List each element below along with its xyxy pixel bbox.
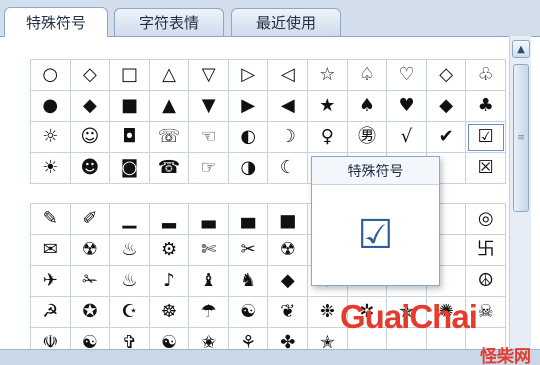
symbol-cell[interactable]: ○ <box>31 60 71 91</box>
symbol-cell[interactable]: ☯ <box>228 297 269 328</box>
symbol-cell[interactable]: ♣ <box>466 91 506 122</box>
symbol-cell[interactable]: ● <box>31 91 71 122</box>
symbol-cell[interactable]: ♀ <box>308 122 348 153</box>
symbol-cell[interactable]: ▷ <box>228 60 269 91</box>
symbol-cell[interactable]: ▄ <box>228 204 269 235</box>
symbol-cell[interactable]: ☀ <box>31 153 71 184</box>
symbol-cell[interactable]: ☼ <box>31 122 71 153</box>
symbol-cell[interactable]: ☞ <box>189 153 229 184</box>
symbol-cell[interactable]: ✄ <box>189 235 229 266</box>
symbol-cell[interactable]: ☪ <box>110 297 150 328</box>
watermark-logo: GuaiChai 怪柴网 <box>330 286 540 365</box>
symbol-cell[interactable]: ☢ <box>268 235 309 266</box>
watermark-text: GuaiChai <box>340 298 478 335</box>
symbol-cell[interactable]: ✐ <box>70 204 111 235</box>
symbol-cell[interactable]: ◀ <box>268 91 309 122</box>
symbol-cell[interactable]: ♠ <box>347 91 388 122</box>
symbol-cell[interactable]: ▁ <box>110 204 150 235</box>
symbol-cell[interactable]: ★ <box>308 91 348 122</box>
symbol-cell[interactable]: ♤ <box>347 60 388 91</box>
symbol-cell[interactable]: ◘ <box>110 122 150 153</box>
tab-special-symbols[interactable]: 特殊符号 <box>4 7 108 37</box>
symbol-cell[interactable]: ♥ <box>387 91 427 122</box>
tab-bar: 特殊符号 字符表情 最近使用 <box>0 0 540 37</box>
symbol-cell[interactable]: ㊚ <box>347 122 388 153</box>
symbol-cell[interactable]: ▅ <box>268 204 309 235</box>
symbol-cell[interactable]: ⚙ <box>149 235 190 266</box>
symbol-cell[interactable]: ▲ <box>149 91 190 122</box>
symbol-cell[interactable]: ♡ <box>387 60 427 91</box>
symbol-cell[interactable]: ◁ <box>268 60 309 91</box>
symbol-cell[interactable]: ▽ <box>189 60 229 91</box>
symbol-preview-popup: 特殊符号 ☑ <box>311 156 440 286</box>
symbol-cell[interactable]: ✁ <box>70 266 111 297</box>
symbol-cell[interactable]: ◆ <box>268 266 309 297</box>
symbol-cell[interactable]: ◐ <box>228 122 269 153</box>
symbol-cell[interactable]: ✔ <box>426 122 467 153</box>
tab-emoticons[interactable]: 字符表情 <box>114 8 224 36</box>
symbol-cell[interactable]: ▂ <box>149 204 190 235</box>
symbol-cell[interactable]: ♝ <box>189 266 229 297</box>
symbol-cell[interactable]: ✉ <box>31 235 71 266</box>
symbol-cell[interactable]: ☏ <box>149 122 190 153</box>
symbol-cell[interactable]: ☭ <box>31 297 71 328</box>
symbol-cell[interactable]: ☾ <box>268 153 309 184</box>
scroll-up-button[interactable]: ▲ <box>512 40 530 58</box>
symbol-cell[interactable]: ▶ <box>228 91 269 122</box>
symbol-cell[interactable]: ♨ <box>110 266 150 297</box>
scroll-thumb[interactable]: ≡ <box>513 64 529 212</box>
symbol-cell[interactable]: ▃ <box>189 204 229 235</box>
symbol-cell[interactable]: ♧ <box>466 60 506 91</box>
symbol-cell[interactable]: ☆ <box>308 60 348 91</box>
symbol-cell[interactable]: □ <box>110 60 150 91</box>
symbol-cell[interactable]: ◆ <box>426 91 467 122</box>
popup-symbol-preview: ☑ <box>357 212 394 258</box>
symbol-cell[interactable]: ■ <box>110 91 150 122</box>
symbol-cell[interactable]: ◎ <box>466 204 506 235</box>
symbol-cell[interactable]: △ <box>149 60 190 91</box>
watermark-subtext: 怪柴网 <box>480 347 531 365</box>
symbol-cell[interactable]: ♞ <box>228 266 269 297</box>
symbol-cell[interactable]: ☻ <box>70 153 111 184</box>
symbol-cell[interactable]: ✂ <box>228 235 269 266</box>
symbol-cell[interactable]: ▼ <box>189 91 229 122</box>
symbol-cell[interactable]: ◙ <box>110 153 150 184</box>
symbol-cell[interactable]: ◇ <box>426 60 467 91</box>
symbol-cell[interactable]: ☺ <box>70 122 111 153</box>
tab-recent[interactable]: 最近使用 <box>231 8 341 36</box>
symbol-cell[interactable]: ✪ <box>70 297 111 328</box>
symbol-cell[interactable]: ☽ <box>268 122 309 153</box>
symbol-cell[interactable]: ☑ <box>466 122 506 153</box>
popup-title: 特殊符号 <box>312 157 439 185</box>
symbol-cell[interactable]: ☢ <box>70 235 111 266</box>
symbol-cell[interactable]: ☂ <box>189 297 229 328</box>
symbol-cell[interactable]: ☒ <box>466 153 506 184</box>
symbol-cell[interactable]: ✎ <box>31 204 71 235</box>
symbol-cell[interactable]: √ <box>387 122 427 153</box>
symbol-cell[interactable]: 卐 <box>466 235 506 266</box>
symbol-cell[interactable]: ☜ <box>189 122 229 153</box>
symbol-cell[interactable]: ♪ <box>149 266 190 297</box>
symbol-cell[interactable]: ◇ <box>70 60 111 91</box>
symbol-cell[interactable]: ◆ <box>70 91 111 122</box>
symbol-cell[interactable]: ♨ <box>110 235 150 266</box>
symbol-cell[interactable]: ☸ <box>149 297 190 328</box>
symbol-cell[interactable]: ✈ <box>31 266 71 297</box>
symbol-cell[interactable]: ❦ <box>268 297 309 328</box>
symbol-cell[interactable]: ◑ <box>228 153 269 184</box>
symbol-cell[interactable]: ☎ <box>149 153 190 184</box>
